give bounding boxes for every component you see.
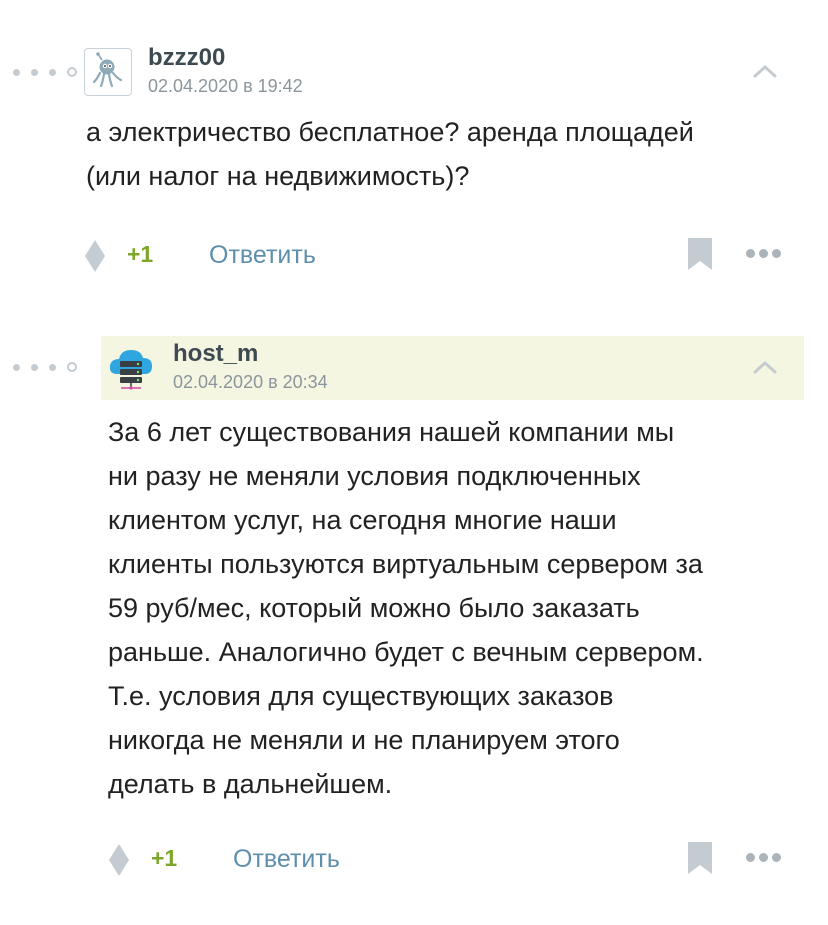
comment-score: +1 — [127, 241, 154, 267]
robot-octopus-icon — [92, 52, 123, 88]
comment-text-line: клиенты пользуются виртуальным сервером … — [108, 549, 703, 579]
thread-dot-current — [67, 362, 77, 372]
comment-date[interactable]: 02.04.2020 в 20:34 — [173, 372, 328, 393]
comment-footer: +1 Ответить — [84, 237, 804, 277]
comment-author[interactable]: bzzz00 — [148, 44, 225, 72]
avatar[interactable] — [107, 344, 155, 392]
comment-text-line: раньше. Аналогично будет с вечным сервер… — [108, 637, 704, 667]
more-dot — [746, 249, 755, 258]
chevron-up-icon[interactable] — [752, 62, 778, 80]
comment-header-highlighted: host_m 02.04.2020 в 20:34 — [101, 336, 804, 400]
more-dot — [759, 249, 768, 258]
comment-text-line: Т.е. условия для существующих заказов — [108, 681, 614, 711]
comment-text-line: никогда не меняли и не планируем этого — [108, 725, 620, 755]
bookmark-icon[interactable] — [687, 841, 713, 875]
thread-dot-current — [67, 67, 77, 77]
more-icon[interactable] — [746, 249, 786, 259]
thread-dot — [49, 363, 56, 371]
comment-text-line: ни разу не меняли условия подключенных — [108, 461, 641, 491]
comment-date[interactable]: 02.04.2020 в 19:42 — [148, 76, 303, 97]
comment-text-line: клиентом услуг, на сегодня многие наши — [108, 505, 617, 535]
comment-text: За 6 лет существования нашей компании мы… — [108, 410, 704, 806]
thread-dot — [49, 68, 56, 76]
thread-dot — [31, 363, 38, 371]
comment-text-line: За 6 лет существования нашей компании мы — [108, 417, 675, 447]
cloud-server-icon — [109, 350, 152, 390]
thread-dot — [31, 68, 38, 76]
reply-button[interactable]: Ответить — [233, 845, 340, 874]
more-icon[interactable] — [746, 853, 786, 863]
comment-text-line: 59 руб/мес, который можно было заказать — [108, 593, 640, 623]
more-dot — [772, 853, 781, 862]
comment-text-line: а электричество бесплатное? аренда площа… — [86, 117, 694, 147]
chevron-up-icon[interactable] — [752, 358, 778, 376]
reply-button[interactable]: Ответить — [209, 241, 316, 270]
thread-level-indicator — [13, 362, 77, 372]
more-dot — [759, 853, 768, 862]
comment-text: а электричество бесплатное? аренда площа… — [86, 110, 694, 198]
more-dot — [746, 853, 755, 862]
vote-icon[interactable] — [84, 239, 106, 273]
thread-dot — [13, 363, 20, 371]
bookmark-icon[interactable] — [687, 237, 713, 271]
comment-footer: +1 Ответить — [108, 841, 808, 881]
comment-text-line: делать в дальнейшем. — [108, 769, 393, 799]
comment-author[interactable]: host_m — [173, 340, 258, 368]
thread-level-indicator — [13, 67, 77, 77]
comment-text-line: (или налог на недвижимость)? — [86, 161, 470, 191]
comment-header: bzzz00 02.04.2020 в 19:42 — [84, 40, 804, 104]
avatar[interactable] — [84, 48, 132, 96]
thread-dot — [13, 68, 20, 76]
vote-icon[interactable] — [108, 843, 130, 877]
more-dot — [772, 249, 781, 258]
comment-score: +1 — [151, 845, 178, 871]
